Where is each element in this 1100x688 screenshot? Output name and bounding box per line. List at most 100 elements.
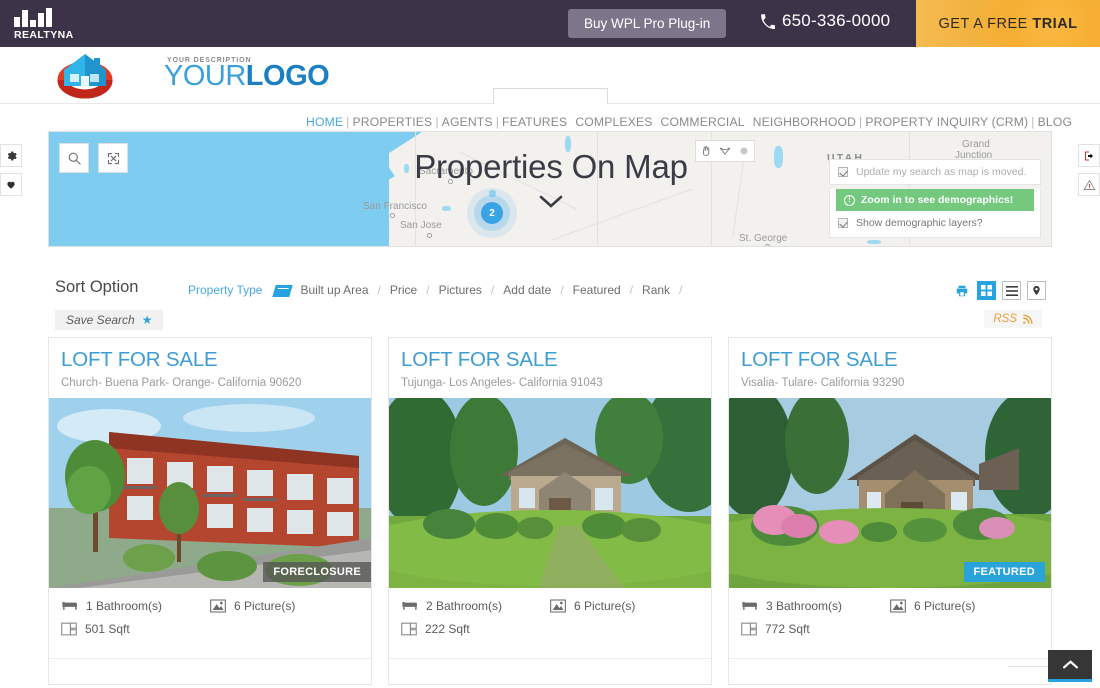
show-layers-checkbox[interactable] <box>838 218 848 228</box>
listing-pictures: 6 Picture(s) <box>550 599 699 613</box>
list-view-icon <box>1005 285 1018 296</box>
listing-bathrooms-text: 2 Bathroom(s) <box>426 598 503 613</box>
listing-bathrooms: 1 Bathroom(s) <box>61 599 210 613</box>
get-free-trial-button[interactable]: GET A FREE TRIAL <box>916 0 1100 47</box>
listing-pictures: 6 Picture(s) <box>890 599 1039 613</box>
collapsed-search-box[interactable] <box>493 88 608 104</box>
sort-option-featured[interactable]: Featured <box>573 283 621 297</box>
sort-option-label: Sort Option <box>55 278 139 296</box>
nav-item-neighborhood[interactable]: NEIGHBORHOOD <box>753 115 856 129</box>
map-fullscreen-button[interactable] <box>98 143 128 173</box>
listing-sqft-text: 222 Sqft <box>425 621 470 636</box>
nav-item-property-inquiry[interactable]: PROPERTY INQUIRY (CRM) <box>865 115 1028 129</box>
nav-item-properties[interactable]: PROPERTIES <box>353 115 433 129</box>
listing-card[interactable]: LOFT FOR SALE Tujunga- Los Angeles- Cali… <box>388 337 712 685</box>
print-button[interactable] <box>952 281 971 300</box>
update-search-checkbox[interactable] <box>838 167 848 177</box>
sort-options-list: Property Type Built up Area / Price / Pict… <box>188 283 683 297</box>
site-logo[interactable]: YOUR DESCRIPTION YOURLOGO <box>54 50 330 102</box>
nav-item-agents[interactable]: AGENTS <box>442 115 493 129</box>
phone-number[interactable]: 650-336-0000 <box>760 11 890 31</box>
hand-pan-icon[interactable] <box>700 145 712 157</box>
listing-photo[interactable]: FORECLOSURE <box>49 397 371 588</box>
properties-map[interactable]: Sacramento San Francisco San Jose St. Ge… <box>48 131 1052 247</box>
view-mode-toggles <box>952 281 1046 300</box>
sort-bar: Sort Option Property Type Built up Area /… <box>48 272 1052 310</box>
map-view-button[interactable] <box>1027 281 1046 300</box>
sort-option-pictures[interactable]: Pictures <box>439 283 482 297</box>
nav-item-complexes[interactable]: COMPLEXES <box>575 115 652 129</box>
listing-sqft: 501 Sqft <box>61 622 210 636</box>
star-icon: ★ <box>141 313 153 327</box>
map-search-button[interactable] <box>59 143 89 173</box>
listing-photo[interactable] <box>389 397 711 588</box>
map-settings-panel: Update my search as map is moved. ! Zoom… <box>829 159 1041 238</box>
chevron-down-icon <box>539 195 563 208</box>
sort-option-add-date[interactable]: Add date <box>503 283 551 297</box>
listing-pictures-text: 6 Picture(s) <box>234 598 296 613</box>
listing-header: LOFT FOR SALE Church- Buena Park- Orange… <box>49 338 371 398</box>
listing-title[interactable]: LOFT FOR SALE <box>61 349 359 371</box>
listing-card[interactable]: LOFT FOR SALE Visalia- Tulare- Californi… <box>728 337 1052 685</box>
nav-item-blog[interactable]: BLOG <box>1038 115 1072 129</box>
list-view-button[interactable] <box>1002 281 1021 300</box>
favorites-button[interactable] <box>0 173 22 196</box>
left-icon-rail <box>0 144 22 202</box>
sort-option-price[interactable]: Price <box>390 283 417 297</box>
listing-header: LOFT FOR SALE Visalia- Tulare- Californi… <box>729 338 1051 398</box>
parallelogram-filter-icon[interactable] <box>272 285 294 297</box>
nav-item-home[interactable]: HOME <box>306 115 343 129</box>
polygon-draw-icon[interactable] <box>719 145 731 157</box>
listing-footer <box>49 657 371 684</box>
map-lake <box>867 240 881 244</box>
listing-title[interactable]: LOFT FOR SALE <box>401 349 699 371</box>
map-city-dot <box>765 244 770 246</box>
listing-grid: LOFT FOR SALE Church- Buena Park- Orange… <box>48 337 1052 685</box>
top-utility-bar: REALTYNA Buy WPL Pro Plug-in 650-336-000… <box>0 0 1100 47</box>
realtyna-bars-logo-icon <box>14 7 52 27</box>
listing-meta: 2 Bathroom(s) 6 Picture(s) 222 Sqft <box>389 588 711 658</box>
rss-button[interactable]: RSS <box>984 310 1042 328</box>
demographics-banner-text: Zoom in to see demographics! <box>861 194 1014 206</box>
bathtub-icon <box>62 601 77 610</box>
listing-meta: 1 Bathroom(s) 6 Picture(s) 501 Sqft <box>49 588 371 658</box>
sort-option-property-type[interactable]: Property Type <box>188 283 262 297</box>
settings-gear-button[interactable] <box>0 144 22 167</box>
listing-card[interactable]: LOFT FOR SALE Church- Buena Park- Orange… <box>48 337 372 685</box>
buy-wpl-pro-button[interactable]: Buy WPL Pro Plug-in <box>568 9 727 38</box>
save-search-button[interactable]: Save Search ★ <box>55 310 164 330</box>
realtyna-logo[interactable]: REALTYNA <box>14 5 84 43</box>
info-circle-icon: ! <box>844 194 855 206</box>
logout-button[interactable] <box>1078 144 1100 167</box>
listing-address: Church- Buena Park- Orange- California 9… <box>61 376 302 389</box>
nav-item-commercial[interactable]: COMMERCIAL <box>661 115 745 129</box>
warning-button[interactable] <box>1078 173 1100 196</box>
listing-badge: FEATURED <box>963 561 1045 582</box>
nav-item-features[interactable]: FEATURES <box>502 115 567 129</box>
show-layers-label: Show demographic layers? <box>856 217 983 229</box>
listing-title[interactable]: LOFT FOR SALE <box>741 349 1039 371</box>
sort-option-built-up-area[interactable]: Built up Area <box>300 283 368 297</box>
update-search-row[interactable]: Update my search as map is moved. <box>829 159 1041 185</box>
grid-view-button[interactable] <box>977 281 996 300</box>
scroll-to-top-button[interactable] <box>1048 650 1092 682</box>
listing-meta: 3 Bathroom(s) 6 Picture(s) 772 Sqft <box>729 588 1051 658</box>
sort-option-rank[interactable]: Rank <box>642 283 670 297</box>
map-label-st-george: St. George <box>739 233 788 244</box>
rss-label: RSS <box>993 313 1017 325</box>
listing-address: Visalia- Tulare- California 93290 <box>741 376 905 389</box>
realtyna-wordmark: REALTYNA <box>14 28 74 41</box>
logo-wordmark: YOURLOGO <box>164 60 330 92</box>
demographics-banner: ! Zoom in to see demographics! <box>836 189 1034 211</box>
page-root: REALTYNA Buy WPL Pro Plug-in 650-336-000… <box>0 0 1100 688</box>
gear-icon <box>7 150 17 161</box>
show-layers-row[interactable]: Show demographic layers? <box>830 211 1040 231</box>
listing-footer <box>389 657 711 684</box>
listing-photo[interactable]: FEATURED <box>729 397 1051 588</box>
listing-pictures-text: 6 Picture(s) <box>914 598 976 613</box>
listing-sqft: 772 Sqft <box>741 622 890 636</box>
listing-bathrooms: 3 Bathroom(s) <box>741 599 890 613</box>
listing-sqft-text: 772 Sqft <box>765 621 810 636</box>
house-logo-icon <box>57 54 113 99</box>
circle-draw-icon[interactable] <box>738 145 750 157</box>
